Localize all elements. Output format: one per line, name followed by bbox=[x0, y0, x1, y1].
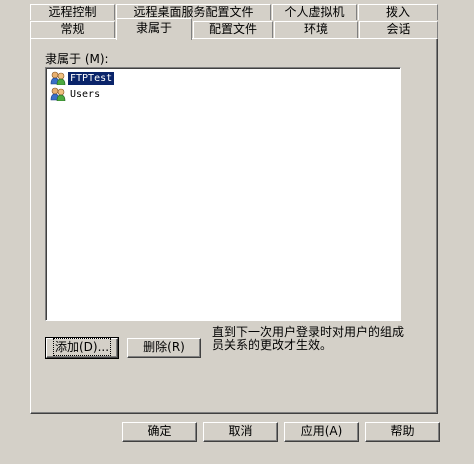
tab-environment[interactable]: 环境 bbox=[274, 21, 358, 38]
list-item[interactable]: FTPTest bbox=[50, 71, 115, 86]
tab-member-of[interactable]: 隶属于 bbox=[116, 18, 192, 40]
member-of-label: 隶属于 (M): bbox=[45, 52, 109, 66]
ok-button[interactable]: 确定 bbox=[122, 422, 197, 442]
membership-note: 直到下一次用户登录时对用户的组成员关系的更改才生效。 bbox=[212, 325, 405, 352]
cancel-button[interactable]: 取消 bbox=[203, 422, 278, 442]
list-item[interactable]: Users bbox=[50, 87, 102, 102]
help-button[interactable]: 帮助 bbox=[365, 422, 440, 442]
list-item-label: FTPTest bbox=[68, 71, 115, 85]
remove-button[interactable]: 删除(R) bbox=[127, 338, 201, 358]
member-of-list[interactable]: FTPTest Users bbox=[45, 67, 401, 321]
tab-profile[interactable]: 配置文件 bbox=[193, 21, 273, 38]
tab-remote-control[interactable]: 远程控制 bbox=[30, 4, 115, 20]
tab-sessions[interactable]: 会话 bbox=[359, 21, 438, 38]
tab-personal-vm[interactable]: 个人虚拟机 bbox=[272, 4, 357, 20]
tab-panel-member-of: 隶属于 (M): FTPTest Users 添加(D)... 删除(R) 直到… bbox=[30, 38, 438, 414]
group-icon bbox=[50, 71, 66, 86]
group-icon bbox=[50, 87, 66, 102]
list-item-label: Users bbox=[70, 88, 101, 100]
tab-general[interactable]: 常规 bbox=[30, 21, 115, 38]
apply-button[interactable]: 应用(A) bbox=[284, 422, 359, 442]
add-button[interactable]: 添加(D)... bbox=[45, 337, 119, 359]
tab-dial-in[interactable]: 拨入 bbox=[358, 4, 438, 20]
